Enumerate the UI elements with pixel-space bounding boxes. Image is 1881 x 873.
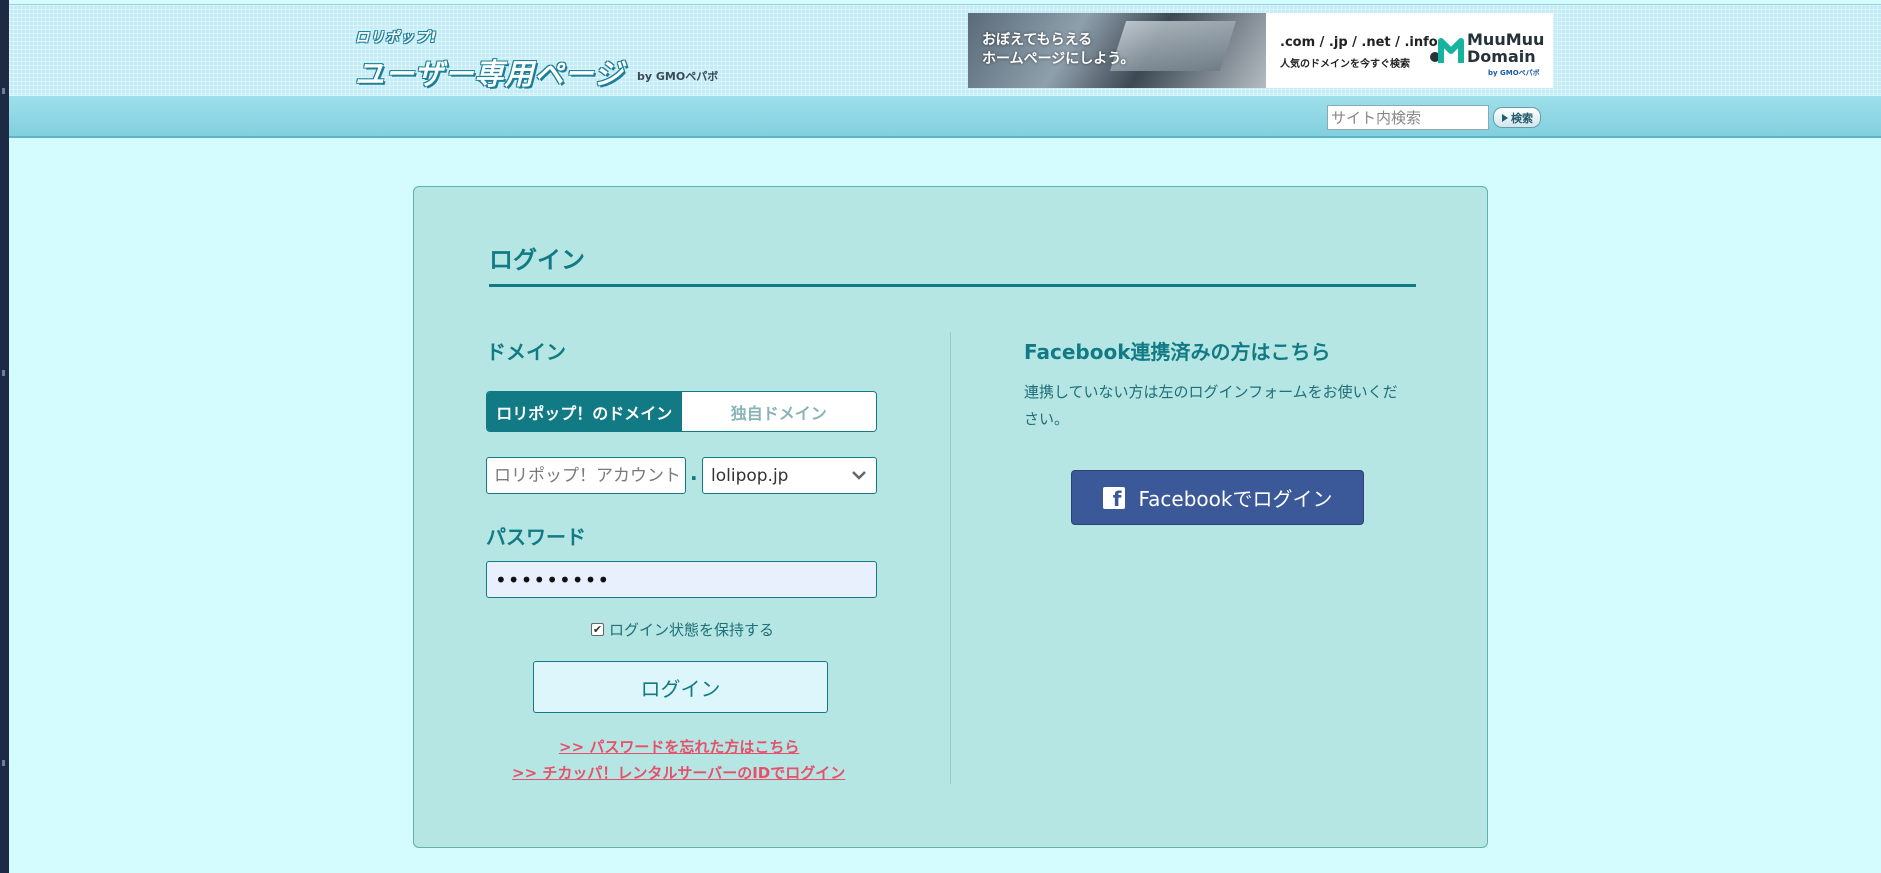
domain-select[interactable]: lolipop.jp: [702, 457, 877, 494]
banner-tlds: .com / .jp / .net / .info: [1280, 35, 1438, 50]
banner-photo: おぼえてもらえる ホームページにしよう。: [968, 13, 1266, 88]
site-logo[interactable]: ロリポップ! ユーザー専用ページ by GMOペパボ: [355, 27, 718, 91]
facebook-note: 連携していない方は左のログインフォームをお使いください。: [1024, 383, 1398, 428]
account-input[interactable]: [486, 457, 686, 494]
remember-label: ログイン状態を保持する: [609, 621, 775, 639]
forgot-password-link[interactable]: >> パスワードを忘れた方はこちら: [559, 736, 799, 757]
facebook-login-label: Facebookでログイン: [1138, 487, 1333, 511]
column-divider: [950, 332, 951, 784]
muumuu-brand: MuuMuu Domain: [1467, 30, 1545, 66]
play-arrow-icon: [1502, 113, 1508, 122]
tab-lolipop-domain[interactable]: ロリポップ！のドメイン: [487, 392, 682, 431]
title-divider: [489, 284, 1416, 287]
domain-separator: .: [690, 461, 698, 485]
logo-lolipop: ロリポップ!: [355, 30, 438, 46]
muumuu-logo-icon: [1430, 38, 1464, 63]
facebook-login-button[interactable]: f Facebookでログイン: [1071, 470, 1364, 525]
muumuu-by: by GMOペパボ: [1488, 69, 1540, 77]
login-panel: ログイン ドメイン ロリポップ！のドメイン 独自ドメイン . lolipop.j…: [413, 186, 1488, 848]
chevron-down-icon: [852, 471, 866, 480]
banner-catchphrase: おぼえてもらえる ホームページにしよう。: [982, 32, 1135, 67]
password-label: パスワード: [486, 525, 586, 549]
logo-by-gmo: by GMOペパボ: [637, 70, 719, 83]
search-button-label: 検索: [1511, 111, 1533, 125]
facebook-heading: Facebook連携済みの方はこちら: [1024, 340, 1331, 364]
login-button[interactable]: ログイン: [533, 661, 828, 713]
muumuu-domain-banner[interactable]: おぼえてもらえる ホームページにしよう。 .com / .jp / .net /…: [968, 13, 1553, 88]
password-input[interactable]: [486, 561, 877, 598]
site-search-input[interactable]: [1327, 105, 1489, 130]
domain-select-value: lolipop.jp: [711, 465, 789, 486]
facebook-icon: f: [1102, 486, 1125, 509]
nav-bar: 検索: [9, 96, 1881, 138]
domain-label: ドメイン: [486, 340, 566, 364]
remember-checkbox[interactable]: ✔: [591, 623, 604, 636]
domain-type-toggle: ロリポップ！のドメイン 独自ドメイン: [486, 391, 877, 432]
site-header: ロリポップ! ユーザー専用ページ by GMOペパボ おぼえてもらえる ホームペ…: [9, 4, 1881, 95]
chicappa-login-link[interactable]: >> チカッパ！レンタルサーバーのIDでログイン: [512, 762, 845, 783]
logo-user-page: ユーザー専用ページ: [355, 57, 624, 91]
banner-tagline: 人気のドメインを今すぐ検索: [1280, 59, 1410, 70]
login-title: ログイン: [489, 246, 585, 274]
site-search-button[interactable]: 検索: [1493, 107, 1541, 128]
tab-own-domain[interactable]: 独自ドメイン: [681, 392, 876, 431]
window-edge: [0, 0, 9, 873]
remember-login[interactable]: ✔ ログイン状態を保持する: [591, 619, 774, 640]
